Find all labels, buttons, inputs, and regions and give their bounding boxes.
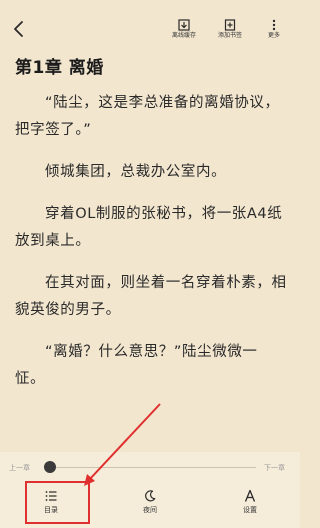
catalog-button[interactable]: 目录 bbox=[26, 489, 76, 515]
next-chapter-button[interactable]: 下一章 bbox=[264, 463, 285, 473]
add-bookmark-button[interactable]: 添加书签 bbox=[212, 19, 248, 40]
paragraph: 倾城集团，总裁办公室内。 bbox=[45, 164, 227, 180]
more-label: 更多 bbox=[267, 32, 280, 39]
bookmark-add-icon bbox=[224, 19, 236, 31]
paragraph: 在其对面，则坐着一名穿着朴素，相貌英俊的男子。 bbox=[15, 275, 287, 318]
chapter-content: “陆尘，这是李总准备的离婚协议，把字签了。” 倾城集团，总裁办公室内。 穿着OL… bbox=[15, 90, 287, 408]
catalog-label: 目录 bbox=[44, 506, 58, 514]
offline-cache-label: 离线缓存 bbox=[171, 32, 196, 39]
night-mode-label: 夜间 bbox=[143, 506, 157, 514]
download-icon bbox=[178, 19, 190, 31]
settings-label: 设置 bbox=[243, 506, 257, 514]
moon-icon bbox=[145, 490, 156, 502]
top-toolbar: 离线缓存 添加书签 更多 bbox=[0, 0, 300, 46]
back-arrow-icon[interactable] bbox=[8, 18, 30, 40]
paragraph: “离婚？什么意思？”陆尘微微一怔。 bbox=[15, 344, 258, 387]
chapter-title: 第1章 离婚 bbox=[15, 58, 104, 78]
font-settings-icon bbox=[244, 489, 256, 502]
progress-slider-handle[interactable] bbox=[44, 461, 56, 473]
add-bookmark-label: 添加书签 bbox=[217, 32, 242, 39]
more-vertical-icon bbox=[272, 19, 276, 31]
settings-button[interactable]: 设置 bbox=[225, 489, 275, 515]
more-button[interactable]: 更多 bbox=[262, 19, 286, 40]
night-mode-button[interactable]: 夜间 bbox=[125, 489, 175, 515]
list-icon bbox=[45, 491, 57, 501]
paragraph: 穿着OL制服的张秘书，将一张A4纸放到桌上。 bbox=[15, 206, 283, 249]
paragraph: “陆尘，这是李总准备的离婚协议，把字签了。” bbox=[15, 95, 280, 138]
progress-track[interactable] bbox=[56, 467, 256, 468]
offline-cache-button[interactable]: 离线缓存 bbox=[166, 19, 202, 40]
prev-chapter-button[interactable]: 上一章 bbox=[9, 463, 30, 473]
